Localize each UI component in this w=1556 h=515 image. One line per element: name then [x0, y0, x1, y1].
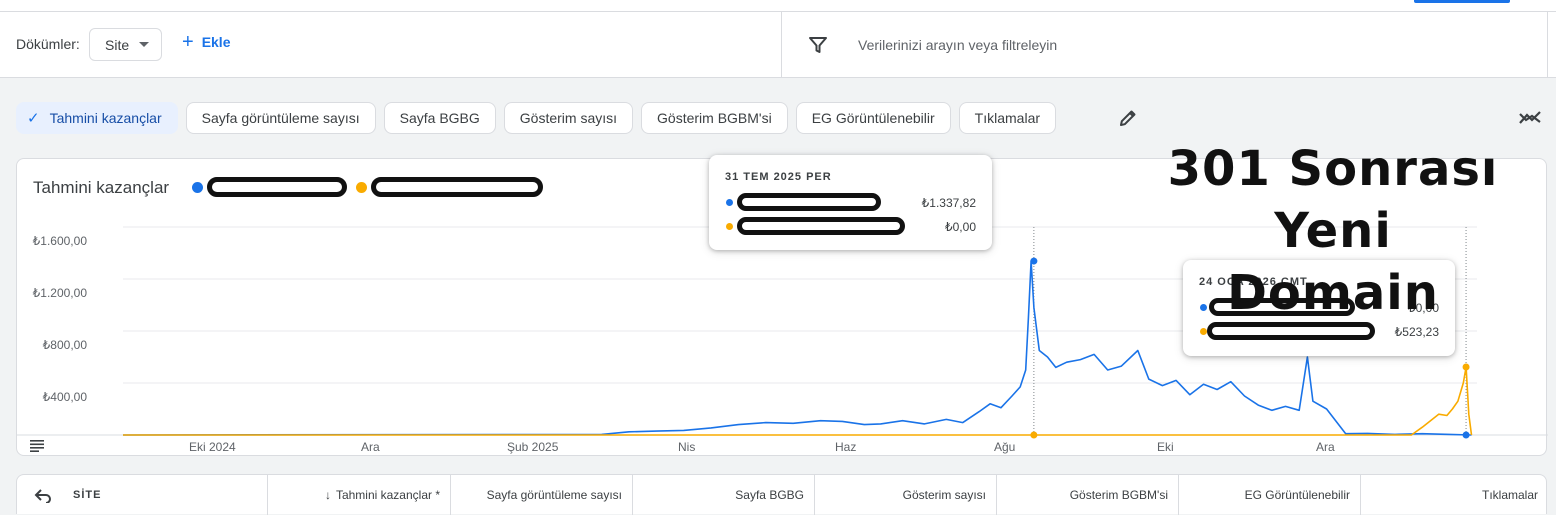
compare-trend-icon[interactable] [1518, 107, 1544, 129]
column-label: Tıklamalar [1481, 488, 1538, 502]
primary-button-edge[interactable] [1414, 0, 1510, 3]
overlay-annotation: 301 Sonrası Yeni Domain [1160, 138, 1506, 324]
chip-estimated-earnings[interactable]: ✓ Tahmini kazançlar [16, 102, 178, 134]
x-tick-label: Nis [678, 440, 696, 454]
overlay-line-2: Yeni Domain [1227, 203, 1439, 321]
chip-impression-rpm[interactable]: Gösterim BGBM'si [641, 102, 788, 134]
tooltip-dot-series-1 [726, 199, 733, 206]
column-header-page-rpm[interactable]: Sayfa BGBG [632, 475, 814, 515]
pencil-icon[interactable] [1117, 107, 1139, 129]
chart-tooltip: 31 TEM 2025 PER ₺1.337,82 ₺0,00 [709, 155, 992, 250]
overlay-line-1: 301 Sonrası [1167, 141, 1499, 197]
report-table-header: SİTE ↓ Tahmini kazançlar * Sayfa görüntül… [16, 474, 1548, 515]
toolbar-divider [781, 12, 782, 78]
x-tick-label: Eki 2024 [189, 440, 236, 454]
hover-point-series-1 [1462, 431, 1470, 439]
dimension-select-value: Site [105, 36, 130, 53]
add-dimension-button[interactable]: + Ekle [182, 31, 231, 53]
chip-impressions[interactable]: Gösterim sayısı [503, 102, 634, 134]
check-icon: ✓ [27, 110, 40, 127]
top-strip [0, 0, 1556, 12]
column-header-page-views[interactable]: Sayfa görüntüleme sayısı [450, 475, 632, 515]
column-header-impressions[interactable]: Gösterim sayısı [814, 475, 996, 515]
column-header-clicks[interactable]: Tıklamalar [1360, 475, 1548, 515]
x-tick-label: Eki [1157, 440, 1174, 454]
hover-point-series-1 [1030, 257, 1038, 265]
hover-point-series-2 [1030, 431, 1038, 439]
metric-chip-bar: ✓ Tahmini kazançlar Sayfa görüntüleme say… [16, 102, 1057, 134]
column-label: SİTE [73, 489, 102, 501]
column-header-viewable[interactable]: EG Görüntülenebilir [1178, 475, 1360, 515]
tooltip-date: 31 TEM 2025 PER [725, 171, 832, 183]
chip-label: Gösterim BGBM'si [657, 110, 772, 126]
x-tick-label: Şub 2025 [507, 440, 559, 454]
chip-label: Tıklamalar [974, 110, 1041, 126]
chip-label: Tahmini kazançlar [49, 110, 162, 126]
tooltip-value-series-2: ₺523,23 [1394, 325, 1439, 339]
search-input[interactable]: Verilerinizi arayın veya filtreleyin [858, 37, 1057, 53]
caret-down-icon [139, 42, 149, 47]
chip-page-rpm[interactable]: Sayfa BGBG [383, 102, 496, 134]
chip-clicks[interactable]: Tıklamalar [958, 102, 1057, 134]
redacted-site-name [1207, 322, 1375, 340]
tooltip-value-series-2: ₺0,00 [945, 220, 976, 234]
sort-arrow-down-icon: ↓ [324, 488, 331, 502]
hover-point-series-2 [1462, 363, 1470, 371]
x-tick-label: Ağu [994, 440, 1016, 454]
chip-label: Sayfa görüntüleme sayısı [201, 110, 360, 126]
column-label: Tahmini kazançlar * [335, 488, 440, 502]
x-tick-label: Haz [835, 440, 857, 454]
plus-icon: + [182, 31, 194, 53]
column-label: EG Görüntülenebilir [1244, 488, 1350, 502]
legend-list-icon[interactable] [30, 440, 46, 452]
filter-icon[interactable] [808, 36, 828, 54]
chip-label: Gösterim sayısı [519, 110, 618, 126]
chip-page-views[interactable]: Sayfa görüntüleme sayısı [185, 102, 376, 134]
dimensions-label: Dökümler: [16, 36, 80, 52]
redacted-site-name [737, 217, 905, 235]
x-tick-label: Ara [1316, 440, 1335, 454]
x-tick-label: Ara [361, 440, 380, 454]
column-label: Gösterim BGBM'si [1069, 488, 1168, 502]
tooltip-value-series-1: ₺1.337,82 [921, 196, 976, 210]
dimension-select[interactable]: Site [89, 28, 162, 61]
series-line-2 [123, 366, 1473, 436]
tooltip-dot-series-2 [726, 223, 733, 230]
toolbar: Dökümler: Site + Ekle Verilerinizi arayı… [0, 12, 1556, 78]
tooltip-dot-series-2 [1200, 328, 1207, 335]
column-label: Sayfa görüntüleme sayısı [486, 488, 622, 502]
add-dimension-label: Ekle [201, 34, 231, 50]
column-header-estimated-earnings[interactable]: ↓ Tahmini kazançlar * [267, 475, 450, 515]
toolbar-divider-right [1547, 12, 1548, 78]
chip-label: EG Görüntülenebilir [811, 110, 935, 126]
column-label: Gösterim sayısı [902, 488, 986, 502]
chip-viewable[interactable]: EG Görüntülenebilir [795, 102, 951, 134]
redacted-site-name [737, 193, 881, 211]
chip-label: Sayfa BGBG [399, 110, 480, 126]
column-label: Sayfa BGBG [735, 488, 804, 502]
column-header-site[interactable]: SİTE [17, 475, 267, 515]
column-header-impression-rpm[interactable]: Gösterim BGBM'si [996, 475, 1178, 515]
